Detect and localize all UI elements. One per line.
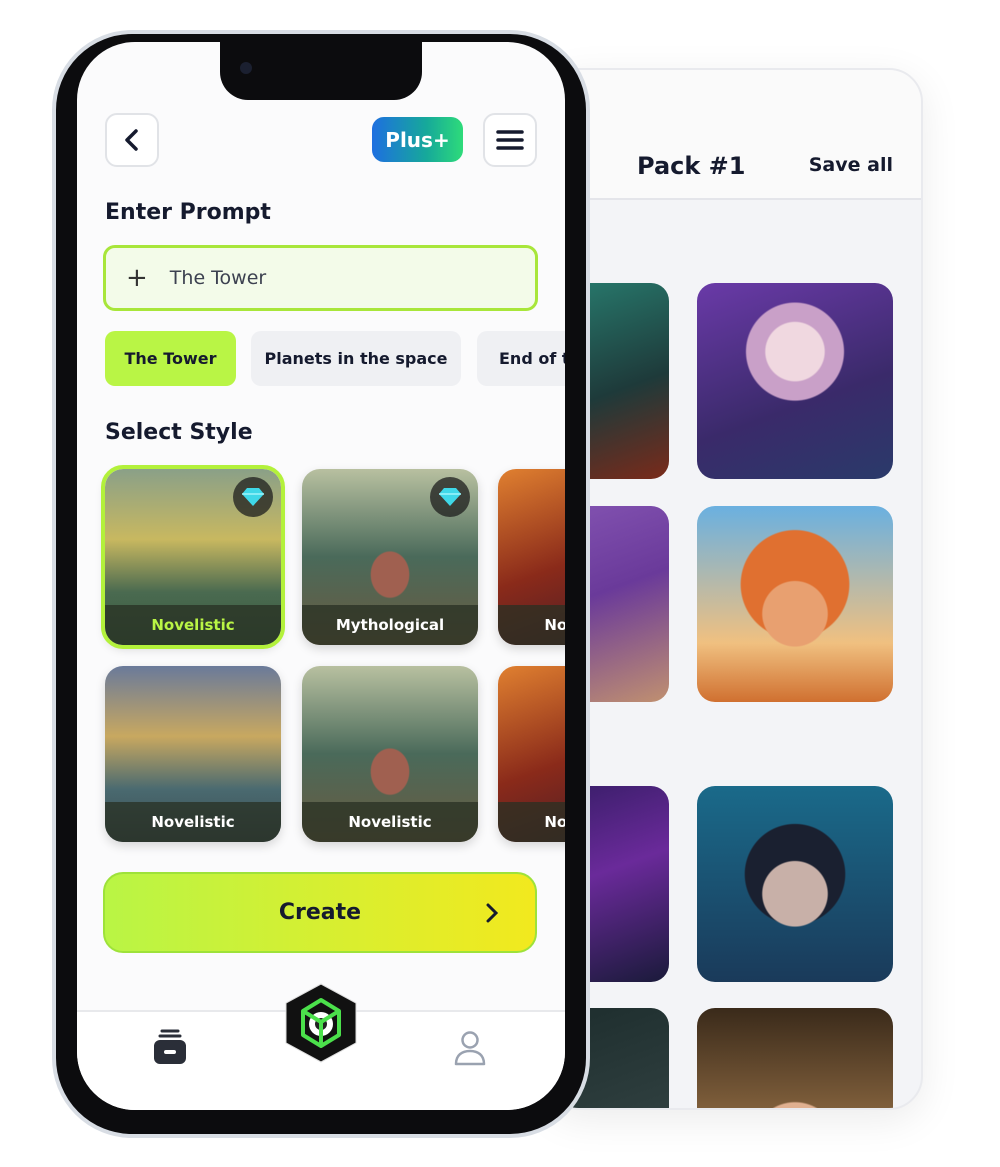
chip-planets[interactable]: Planets in the space (251, 331, 461, 386)
save-all-button[interactable]: Save all (809, 154, 893, 176)
photo[interactable] (697, 283, 893, 479)
pack-title: Pack #1 (637, 152, 746, 180)
tile-label: Mythological (302, 605, 478, 645)
photo[interactable] (697, 506, 893, 702)
chip-the-tower[interactable]: The Tower (105, 331, 236, 386)
tile-label: Novelistic (105, 605, 281, 645)
chip-end-of-the-world[interactable]: End of the world (477, 331, 565, 386)
stack-icon[interactable] (153, 1028, 187, 1066)
tile-label: Novelistic (302, 802, 478, 842)
prompt-value: The Tower (169, 267, 267, 289)
style-tile[interactable]: Novelistic (498, 666, 565, 842)
diamond-icon (430, 477, 470, 517)
plus-icon: + (126, 263, 148, 293)
pack-header: Pack #1 Save all (547, 70, 921, 200)
camera (240, 62, 252, 74)
style-tile[interactable]: Novelistic (498, 469, 565, 645)
enter-prompt-heading: Enter Prompt (105, 200, 271, 225)
style-tile[interactable]: Novelistic (302, 666, 478, 842)
style-tile-mythological[interactable]: Mythological (302, 469, 478, 645)
diamond-icon (233, 477, 273, 517)
prompt-input[interactable]: + The Tower (103, 245, 538, 311)
style-tile-novelistic[interactable]: Novelistic (101, 465, 285, 649)
user-icon[interactable] (454, 1030, 486, 1066)
style-tile[interactable]: Novelistic (105, 666, 281, 842)
photo[interactable] (697, 786, 893, 982)
plus-upgrade-button[interactable]: Plus+ (372, 117, 463, 162)
menu-button[interactable] (483, 113, 537, 167)
notch (220, 42, 422, 100)
photo[interactable] (697, 1008, 893, 1108)
select-style-heading: Select Style (105, 420, 253, 445)
chevron-left-icon (125, 129, 138, 151)
cube-logo-icon[interactable] (283, 982, 359, 1064)
pack-screen: Pack #1 Save all (545, 68, 923, 1110)
tile-label: Novelistic (498, 605, 565, 645)
create-button[interactable]: Create (103, 872, 537, 953)
tile-label: Novelistic (105, 802, 281, 842)
hamburger-icon (496, 130, 524, 150)
tile-label: Novelistic (498, 802, 565, 842)
back-button[interactable] (105, 113, 159, 167)
create-screen: Plus+ Enter Prompt + The Tower The Tower… (77, 42, 565, 1110)
chevron-right-icon (486, 903, 499, 922)
create-label: Create (278, 900, 362, 925)
